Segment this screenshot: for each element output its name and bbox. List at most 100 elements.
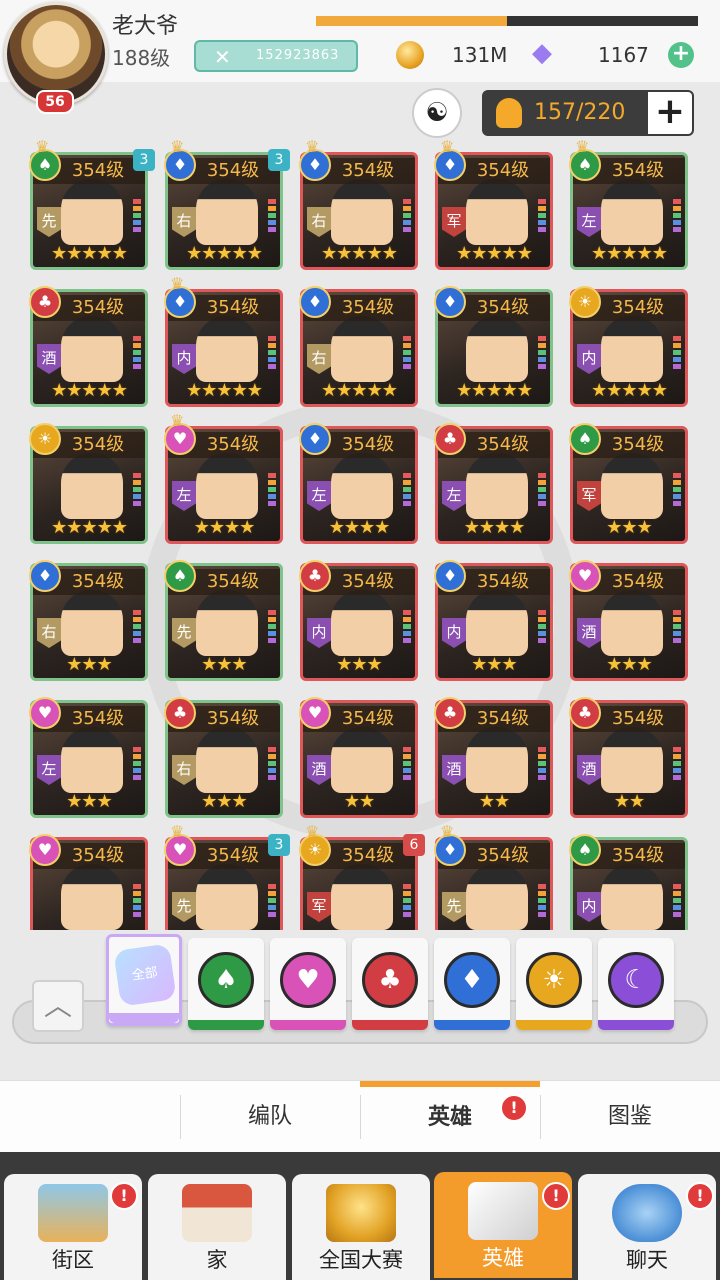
hero-card[interactable]: 354级 ♦ ♛ 先	[434, 822, 553, 930]
person-icon	[496, 98, 522, 128]
hero-card[interactable]: 354级 ♦ ★★★★★	[434, 286, 553, 407]
faction-emblem-icon[interactable]: ☯	[412, 88, 462, 138]
hero-card[interactable]: 354级 ♠ 先 ★★★	[164, 560, 283, 681]
combat-power-value: 152923863	[256, 48, 340, 63]
hero-role-tag: 酒	[307, 755, 331, 785]
coin-amount: 131M	[452, 43, 508, 67]
hero-stars: ★★★★★	[456, 380, 533, 401]
hero-card[interactable]: 354级 ♦ ♛ 内 ★★★★★	[164, 274, 283, 407]
hero-stat-bars	[673, 473, 681, 507]
hero-role-tag: 酒	[442, 755, 466, 785]
hero-portrait	[466, 453, 528, 519]
hero-card[interactable]: 354级 ♦ ♛ 右 ★★★★★	[299, 140, 418, 270]
hero-portrait	[331, 590, 393, 656]
hero-stars: ★★★	[606, 517, 652, 538]
hero-card[interactable]: 354级 ♦ 内 ★★★	[434, 560, 553, 681]
hero-card[interactable]: 354级 ♣ 酒 ★★★★★	[29, 286, 148, 407]
hero-card[interactable]: 354级 ♥	[29, 834, 148, 930]
filter-diamond[interactable]: ♦	[434, 938, 510, 1030]
diamond-suit-icon: ♦	[299, 286, 331, 318]
hero-card[interactable]: 354级 ♠ ♛ 3 先 ★★★★★	[29, 140, 155, 270]
hero-role-tag: 内	[442, 618, 466, 648]
hero-rank-badge: 3	[268, 149, 290, 171]
tab-codex[interactable]: 图鉴	[540, 1081, 720, 1153]
hero-card[interactable]: 354级 ♣ 左 ★★★★	[434, 423, 553, 544]
filter-all[interactable]: 全部	[106, 934, 182, 1026]
collapse-up-button[interactable]: ︿	[32, 980, 84, 1032]
sub-tabs: 编队 英雄 ! 图鉴	[0, 1080, 720, 1153]
hero-role-tag: 酒	[37, 344, 61, 374]
hero-card[interactable]: 354级 ♦ ♛ 军 ★★★★★	[434, 140, 553, 270]
hero-card[interactable]: 354级 ♠ ♛ 左 ★★★★★	[569, 140, 688, 270]
hero-card[interactable]: 354级 ♣ 酒 ★★	[434, 697, 553, 818]
diamond-suit-icon: ♦	[434, 560, 466, 592]
hero-card[interactable]: 354级 ♥ ♛ 3 先	[164, 822, 290, 930]
hero-stars: ★★★★★	[321, 243, 398, 264]
add-currency-button[interactable]: +	[668, 42, 694, 68]
hero-card[interactable]: 354级 ♥ ♛ 左 ★★★★	[164, 411, 283, 544]
hero-card[interactable]: 354级 ♥ 酒 ★★★	[569, 560, 688, 681]
hero-card[interactable]: 354级 ☀ 内 ★★★★★	[569, 286, 688, 407]
hero-card[interactable]: 354级 ♥ 酒 ★★	[299, 697, 418, 818]
crown-icon: ♛	[305, 822, 320, 841]
hero-role-tag: 右	[307, 207, 331, 237]
hero-portrait	[61, 590, 123, 656]
hero-card[interactable]: 354级 ♦ ♛ 3 右 ★★★★★	[164, 140, 290, 270]
hero-stat-bars	[268, 884, 276, 918]
hero-card[interactable]: 354级 ♠ 军 ★★★	[569, 423, 688, 544]
filter-color-stripe	[516, 1020, 592, 1030]
hero-stat-bars	[673, 199, 681, 233]
coin-icon	[396, 41, 424, 69]
hero-stars: ★★	[613, 791, 645, 812]
hero-card[interactable]: 354级 ♣ 内 ★★★	[299, 560, 418, 681]
filter-sun[interactable]: ☀	[516, 938, 592, 1030]
hero-portrait	[196, 864, 258, 930]
crown-icon: ♛	[170, 411, 185, 430]
nav-heroes-label: 英雄	[482, 1246, 524, 1270]
heart-suit-icon: ♥	[29, 834, 61, 866]
hero-card[interactable]: 354级 ☀ ★★★★★	[29, 423, 148, 544]
nav-home[interactable]: 家	[148, 1174, 286, 1280]
tab-formation[interactable]: 编队	[180, 1081, 360, 1153]
filter-club[interactable]: ♣	[352, 938, 428, 1030]
diamond-suit-icon: ♦	[29, 560, 61, 592]
hero-card[interactable]: 354级 ☀ ♛ 6 军	[299, 822, 425, 930]
hero-stars: ★★★	[336, 654, 382, 675]
notification-icon: !	[110, 1182, 138, 1210]
hero-portrait	[331, 179, 393, 245]
spade-suit-icon: ♠	[569, 423, 601, 455]
hero-card[interactable]: 354级 ♦ 右 ★★★	[29, 560, 148, 681]
hero-grid: 354级 ♠ ♛ 3 先 ★★★★★ 354级 ♦ ♛ 3 右 ★★★★★ 354级 ♦ ♛ 右 ★★★★★ 35…	[0, 140, 720, 930]
hero-role-tag: 先	[442, 892, 466, 922]
hero-stars: ★★★★	[193, 517, 256, 538]
hero-capacity-value: 157/220	[534, 100, 626, 125]
hero-stars: ★★★	[66, 654, 112, 675]
hero-card[interactable]: 354级 ♥ 左 ★★★	[29, 697, 148, 818]
expand-capacity-button[interactable]: +	[646, 90, 694, 136]
filter-spade[interactable]: ♠	[188, 938, 264, 1030]
hero-card[interactable]: 354级 ♣ 右 ★★★	[164, 697, 283, 818]
all-heroes-icon: 全部	[113, 943, 177, 1007]
hero-portrait	[601, 316, 663, 382]
hero-role-tag: 内	[577, 344, 601, 374]
nav-chat-label: 聊天	[626, 1248, 668, 1272]
hero-stat-bars	[538, 473, 546, 507]
hero-card[interactable]: 354级 ♣ 酒 ★★	[569, 697, 688, 818]
hero-card[interactable]: 354级 ♠ 内	[569, 834, 688, 930]
hero-card[interactable]: 354级 ♦ 右 ★★★★★	[299, 286, 418, 407]
gem-amount: 1167	[598, 43, 649, 67]
heart-icon: ♥	[280, 952, 336, 1008]
filter-moon[interactable]: ☾	[598, 938, 674, 1030]
hero-stat-bars	[538, 747, 546, 781]
filter-color-stripe	[270, 1020, 346, 1030]
nav-contest[interactable]: 全国大赛	[292, 1174, 430, 1280]
hero-stat-bars	[538, 199, 546, 233]
hero-card[interactable]: 354级 ♦ 左 ★★★★	[299, 423, 418, 544]
filter-color-stripe	[434, 1020, 510, 1030]
hero-rank-badge: 3	[133, 149, 155, 171]
hero-stars: ★★	[478, 791, 510, 812]
filter-heart[interactable]: ♥	[270, 938, 346, 1030]
hero-stat-bars	[133, 473, 141, 507]
hero-stat-bars	[673, 884, 681, 918]
crown-icon: ♛	[575, 140, 590, 156]
